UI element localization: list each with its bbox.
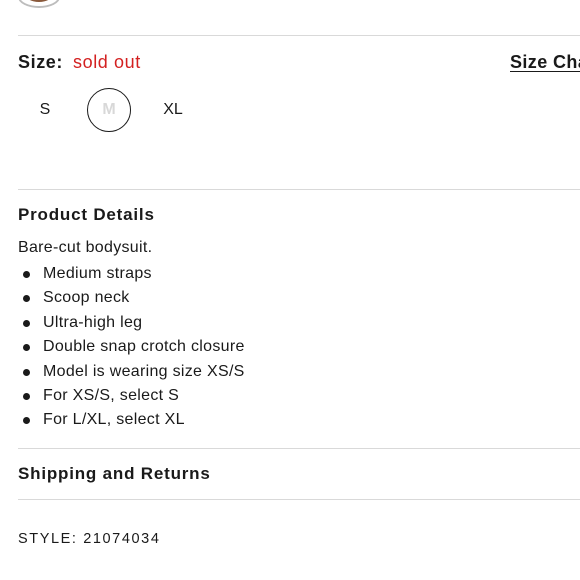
size-option-xl[interactable]: XL bbox=[151, 88, 195, 132]
color-swatch-fill bbox=[25, 0, 53, 2]
bullet-icon bbox=[23, 417, 30, 425]
list-item-text: Scoop neck bbox=[43, 289, 130, 307]
list-item-text: For L/XL, select XL bbox=[43, 411, 185, 429]
bullet-icon bbox=[23, 271, 30, 278]
color-swatch[interactable] bbox=[18, 0, 60, 8]
list-item: Ultra-high leg bbox=[18, 311, 245, 335]
bullet-icon bbox=[23, 392, 30, 400]
bullet-icon bbox=[23, 344, 30, 352]
divider bbox=[18, 448, 580, 449]
list-item: For L/XL, select XL bbox=[18, 408, 245, 432]
list-item-text: Model is wearing size XS/S bbox=[43, 362, 245, 380]
shipping-returns-title[interactable]: Shipping and Returns bbox=[18, 464, 211, 484]
size-chart-link[interactable]: Size Chart bbox=[510, 52, 580, 73]
size-status: sold out bbox=[73, 52, 141, 72]
size-label: Size: bbox=[18, 52, 64, 72]
list-item-text: Ultra-high leg bbox=[43, 313, 143, 331]
list-item: For XS/S, select S bbox=[18, 384, 245, 408]
style-number: STYLE: 21074034 bbox=[18, 531, 161, 547]
product-details-intro: Bare-cut bodysuit. bbox=[18, 239, 153, 256]
bullet-icon bbox=[23, 319, 30, 327]
size-options: S M XL bbox=[18, 88, 318, 132]
list-item-text: For XS/S, select S bbox=[43, 386, 180, 404]
divider bbox=[18, 499, 580, 500]
product-details-title[interactable]: Product Details bbox=[18, 205, 155, 225]
list-item-text: Medium straps bbox=[43, 265, 152, 282]
list-item: Scoop neck bbox=[18, 286, 245, 310]
list-item: Double snap crotch closure bbox=[18, 335, 245, 359]
product-details-list: Medium straps Scoop neck Ultra-high leg … bbox=[18, 262, 245, 433]
list-item-text: Double snap crotch closure bbox=[43, 338, 245, 356]
bullet-icon bbox=[23, 368, 30, 376]
size-option-s[interactable]: S bbox=[23, 88, 67, 132]
divider bbox=[18, 35, 580, 36]
bullet-icon bbox=[23, 295, 30, 303]
divider bbox=[18, 189, 580, 190]
list-item: Model is wearing size XS/S bbox=[18, 360, 245, 384]
size-option-m[interactable]: M bbox=[87, 88, 131, 132]
size-row: Size: sold out Size Chart bbox=[18, 52, 580, 78]
list-item: Medium straps bbox=[18, 262, 245, 286]
